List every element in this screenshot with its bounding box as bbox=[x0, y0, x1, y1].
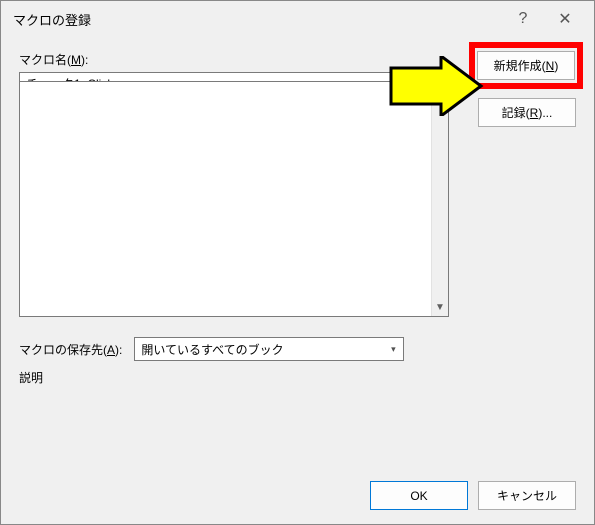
button-text: 記録( bbox=[502, 104, 530, 121]
macro-register-dialog: マクロの登録 ? ✕ マクロ名(M): 新規作成(N) 記録(R)... ▲ ▼ bbox=[0, 0, 595, 525]
label-text: マクロの保存先( bbox=[19, 343, 107, 357]
close-button[interactable]: ✕ bbox=[544, 5, 586, 33]
save-to-select[interactable]: 開いているすべてのブック ▾ bbox=[134, 337, 404, 361]
scroll-up-icon[interactable]: ▲ bbox=[432, 82, 448, 99]
titlebar: マクロの登録 ? ✕ bbox=[1, 1, 594, 37]
button-text: )... bbox=[538, 106, 552, 120]
scrollbar[interactable]: ▲ ▼ bbox=[431, 82, 448, 316]
label-text: ): bbox=[115, 343, 122, 357]
label-text: マクロ名( bbox=[19, 53, 71, 67]
ok-button[interactable]: OK bbox=[370, 481, 468, 510]
chevron-down-icon: ▾ bbox=[383, 338, 403, 360]
scroll-track[interactable] bbox=[432, 99, 448, 299]
select-value: 開いているすべてのブック bbox=[134, 337, 404, 361]
dialog-body: マクロ名(M): 新規作成(N) 記録(R)... ▲ ▼ マクロの保存先(A)… bbox=[19, 51, 576, 464]
save-to-label: マクロの保存先(A): bbox=[19, 341, 122, 358]
scroll-down-icon[interactable]: ▼ bbox=[432, 299, 448, 316]
dialog-title: マクロの登録 bbox=[13, 10, 502, 29]
access-key: A bbox=[107, 343, 115, 357]
button-text: 新規作成( bbox=[494, 57, 546, 74]
highlight-box: 新規作成(N) bbox=[469, 42, 583, 89]
listbox-content bbox=[20, 82, 431, 316]
footer-buttons: OK キャンセル bbox=[370, 481, 576, 510]
access-key: N bbox=[546, 59, 555, 73]
save-to-row: マクロの保存先(A): 開いているすべてのブック ▾ bbox=[19, 337, 576, 361]
access-key: M bbox=[71, 53, 81, 67]
label-text: ): bbox=[81, 53, 88, 67]
button-text: ) bbox=[554, 59, 558, 73]
access-key: R bbox=[530, 106, 539, 120]
cancel-button[interactable]: キャンセル bbox=[478, 481, 576, 510]
new-button[interactable]: 新規作成(N) bbox=[477, 51, 575, 80]
macro-listbox[interactable]: ▲ ▼ bbox=[19, 81, 449, 317]
help-button[interactable]: ? bbox=[502, 5, 544, 33]
description-label: 説明 bbox=[19, 369, 43, 386]
record-button[interactable]: 記録(R)... bbox=[478, 98, 576, 127]
